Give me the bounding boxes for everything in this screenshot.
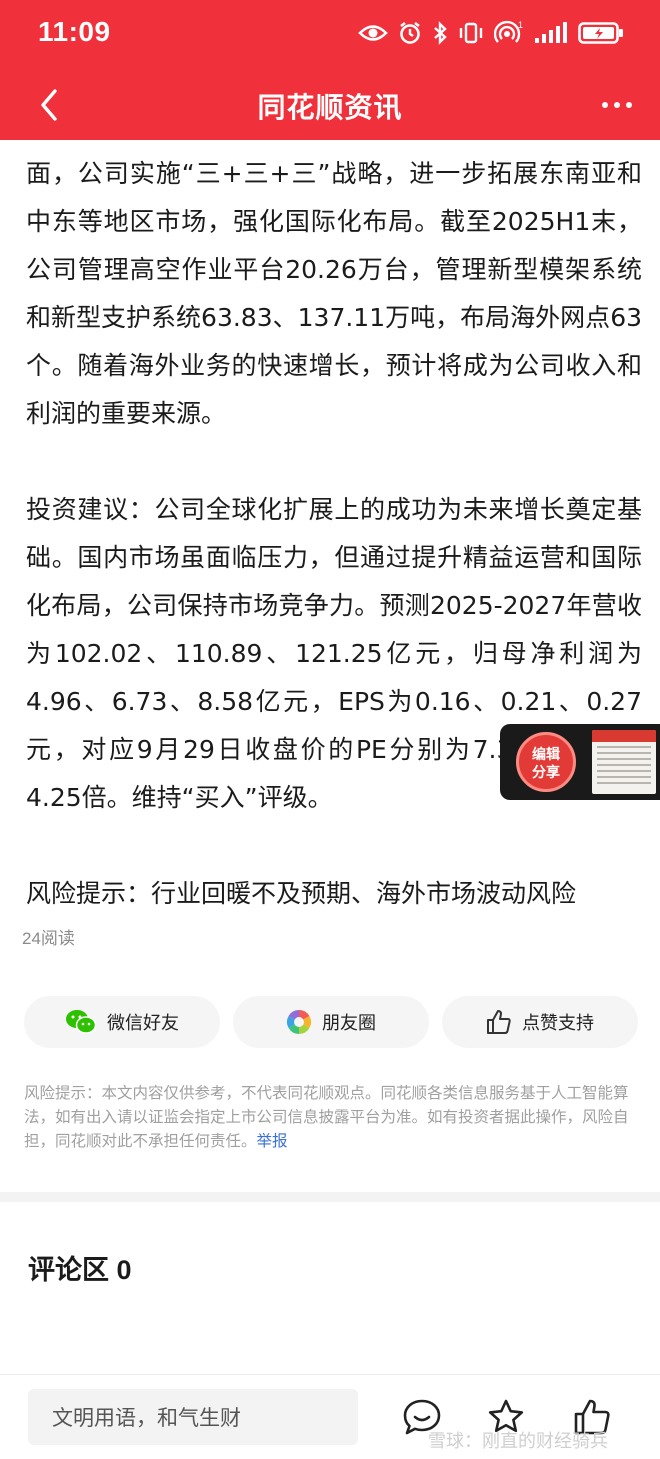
status-bar: 11:09 1 bbox=[0, 0, 660, 70]
more-horizontal-icon bbox=[602, 102, 608, 108]
more-options-button[interactable] bbox=[592, 84, 642, 126]
comments-title: 评论区 0 bbox=[28, 1255, 132, 1285]
moments-icon bbox=[286, 1010, 312, 1034]
article-paragraph: 风险提示：行业回暖不及预期、海外市场波动风险 bbox=[26, 879, 577, 908]
disclaimer: 风险提示：本文内容仅供参考，不代表同花顺观点。同花顺各类信息服务基于人工智能算法… bbox=[24, 1082, 638, 1154]
status-icons: 1 bbox=[358, 18, 624, 48]
article-body: 面，公司实施“三+三+三”战略，进一步拓展东南亚和中东等地区市场，强化国际化布局… bbox=[26, 150, 642, 918]
wechat-share-label: 微信好友 bbox=[107, 1013, 179, 1033]
bottom-bar: 文明用语，和气生财 雪球：刚直的财经骑兵 bbox=[0, 1374, 660, 1459]
section-divider bbox=[0, 1192, 660, 1202]
hotspot-icon: 1 bbox=[494, 20, 523, 43]
moments-share-label: 朋友圈 bbox=[322, 1013, 376, 1033]
edit-share-label-2: 分享 bbox=[532, 764, 560, 780]
wechat-icon bbox=[66, 1010, 97, 1034]
article-paragraph: 面，公司实施“三+三+三”战略，进一步拓展东南亚和中东等地区市场，强化国际化布局… bbox=[26, 159, 642, 428]
like-support-button[interactable]: 点赞支持 bbox=[442, 996, 638, 1048]
share-row: 微信好友 朋友圈 点赞支持 bbox=[24, 996, 638, 1048]
edit-share-badge[interactable]: 编辑 分享 bbox=[516, 732, 576, 792]
page-title: 同花顺资讯 bbox=[257, 92, 403, 123]
watermark: 雪球：刚直的财经骑兵 bbox=[428, 1431, 608, 1451]
thumbs-up-icon bbox=[487, 1010, 511, 1034]
floating-edit-share-button[interactable]: 编辑 分享 bbox=[500, 724, 660, 800]
eye-icon bbox=[358, 25, 388, 41]
nav-bar: 同花顺资讯 bbox=[0, 70, 660, 140]
comment-input[interactable]: 文明用语，和气生财 bbox=[28, 1389, 358, 1445]
vibrate-icon bbox=[459, 22, 483, 44]
read-count: 24阅读 bbox=[22, 929, 75, 948]
bluetooth-icon bbox=[434, 21, 447, 45]
wechat-share-button[interactable]: 微信好友 bbox=[24, 996, 220, 1048]
battery-charging-icon bbox=[578, 22, 623, 44]
status-time: 11:09 bbox=[38, 16, 111, 47]
like-support-label: 点赞支持 bbox=[522, 1013, 594, 1033]
article-thumbnail bbox=[592, 730, 656, 794]
disclaimer-text: 风险提示：本文内容仅供参考，不代表同花顺观点。同花顺各类信息服务基于人工智能算法… bbox=[24, 1085, 629, 1150]
report-link[interactable]: 举报 bbox=[257, 1133, 288, 1150]
alarm-icon bbox=[400, 21, 420, 44]
svg-text:1: 1 bbox=[518, 20, 523, 30]
moments-share-button[interactable]: 朋友圈 bbox=[233, 996, 429, 1048]
signal-icon bbox=[535, 22, 567, 43]
edit-share-label-1: 编辑 bbox=[532, 746, 560, 762]
